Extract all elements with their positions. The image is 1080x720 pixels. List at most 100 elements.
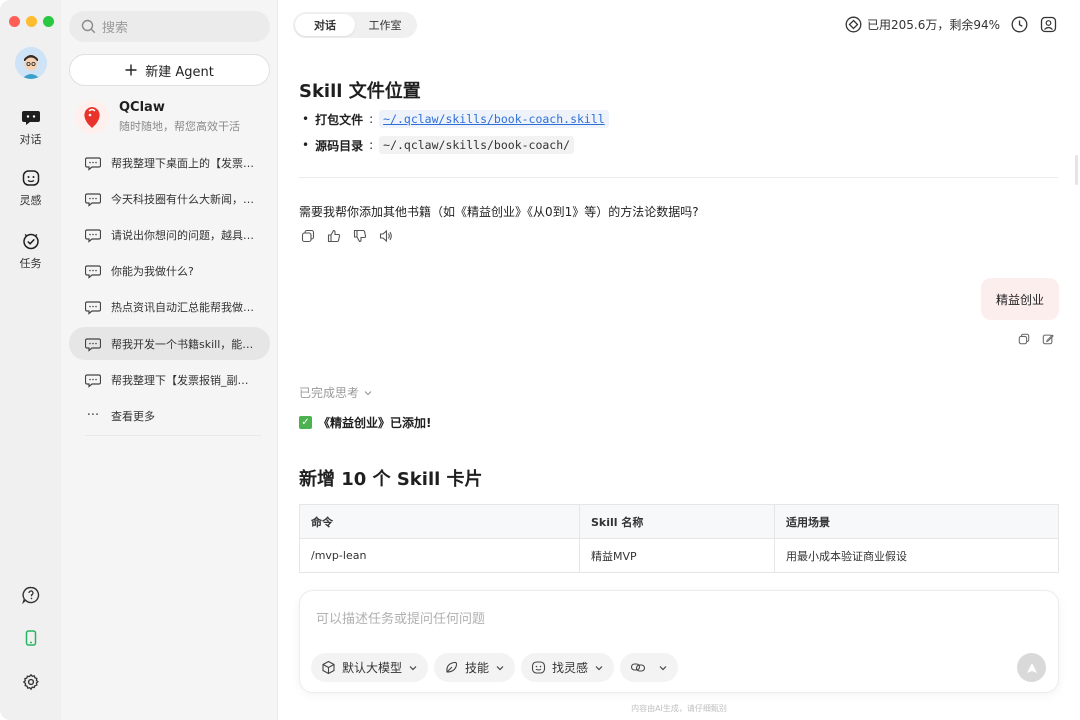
chevron-down-icon <box>364 390 372 395</box>
skills-table: 命令 Skill 名称 适用场景 /mvp-lean 精益MVP 用最小成本验证… <box>299 504 1059 573</box>
conversation-item[interactable]: 帮我整理下桌面上的【发票… <box>69 146 270 179</box>
help-icon <box>21 586 39 604</box>
clock-icon <box>1011 16 1028 33</box>
user-message-bubble: 精益创业 <box>980 278 1059 320</box>
minimize-window-button[interactable] <box>26 16 37 27</box>
rail-item-tasks[interactable]: 任务 <box>0 231 61 271</box>
conversation-title: 帮我开发一个书籍skill，能… <box>111 337 254 351</box>
history-button[interactable] <box>1011 16 1028 37</box>
link-icon <box>630 663 646 672</box>
profile-button[interactable] <box>1040 16 1057 37</box>
qclaw-logo-icon <box>75 100 109 134</box>
model-select-label: 默认大模型 <box>342 661 403 675</box>
rail-item-chat[interactable]: 对话 <box>0 107 61 147</box>
package-file-path-link[interactable]: ~/.qclaw/skills/book-coach.skill <box>379 110 609 128</box>
conversation-item[interactable]: 请说出你想问的问题，越具… <box>69 218 270 251</box>
conversation-item[interactable]: 热点资讯自动汇总能帮我做… <box>69 290 270 323</box>
completion-text: 《精益创业》已添加! <box>318 416 432 430</box>
thinking-label: 已完成思考 <box>299 386 360 400</box>
phone-button[interactable] <box>0 629 61 647</box>
search-input[interactable]: 搜索 <box>69 11 270 42</box>
edit-icon[interactable] <box>1042 333 1054 345</box>
composer-toolbar: 默认大模型 技能 找灵感 <box>311 653 679 682</box>
message-composer[interactable]: 可以描述任务或提问任何问题 默认大模型 技能 找灵感 <box>299 590 1059 693</box>
skills-label: 技能 <box>465 661 490 675</box>
agent-card[interactable]: QClaw 随时随地，帮您高效干活 <box>75 100 240 134</box>
search-placeholder: 搜索 <box>102 21 129 36</box>
sidebar: 搜索 新建 Agent QClaw 随时随地，帮您高效干活 帮我整理下桌面上的【… <box>61 0 278 720</box>
view-more-button[interactable]: ··· 查看更多 <box>69 399 270 432</box>
rail-item-inspiration[interactable]: 灵感 <box>0 168 61 208</box>
settings-button[interactable] <box>0 673 61 691</box>
sparkle-face-icon <box>531 661 546 674</box>
mode-switch: 对话 工作室 <box>293 12 417 38</box>
conversation-item[interactable]: 帮我整理下【发票报销_副… <box>69 363 270 396</box>
new-agent-label: 新建 Agent <box>145 64 214 80</box>
sparkle-face-icon <box>22 170 39 186</box>
chat-outline-icon <box>85 264 101 279</box>
check-circle-icon <box>22 233 39 250</box>
chat-outline-icon <box>85 337 101 352</box>
thinking-toggle[interactable]: 已完成思考 <box>299 384 373 401</box>
table-cell: 精益MVP <box>579 538 775 573</box>
tab-chat[interactable]: 对话 <box>295 14 355 36</box>
tab-studio[interactable]: 工作室 <box>355 14 415 36</box>
conversation-title: 请说出你想问的问题，越具… <box>111 228 254 242</box>
inspiration-label: 找灵感 <box>552 661 589 675</box>
column-header: 命令 <box>299 504 580 539</box>
rail-item-label: 灵感 <box>19 194 42 207</box>
column-header: 适用场景 <box>774 504 1059 539</box>
chat-outline-icon <box>85 192 101 207</box>
chat-outline-icon <box>85 300 101 315</box>
user-message-actions <box>1018 333 1054 345</box>
rail-item-label: 任务 <box>19 257 42 270</box>
agent-name: QClaw <box>119 100 165 115</box>
speaker-icon[interactable] <box>379 229 393 243</box>
divider <box>85 435 261 436</box>
table-header-row: 命令 Skill 名称 适用场景 <box>299 504 1059 539</box>
assistant-question: 需要我帮你添加其他书籍（如《精益创业》《从0到1》等）的方法论数据吗? <box>299 205 699 219</box>
new-agent-button[interactable]: 新建 Agent <box>69 54 270 86</box>
connect-button[interactable] <box>620 653 679 682</box>
quota-indicator[interactable]: 已用205.6万，剩余94% <box>845 16 1000 33</box>
thumbs-down-icon[interactable] <box>353 229 367 243</box>
inspiration-button[interactable]: 找灵感 <box>521 653 615 682</box>
chevron-down-icon <box>496 665 504 670</box>
window-controls <box>9 16 54 27</box>
plus-icon <box>125 64 137 76</box>
send-arrow-icon <box>1026 662 1037 673</box>
copy-icon[interactable] <box>301 229 315 243</box>
view-more-label: 查看更多 <box>111 409 155 423</box>
conversation-item-active[interactable]: 帮我开发一个书籍skill，能… <box>69 327 270 360</box>
conversation-item[interactable]: 你能为我做什么? <box>69 254 270 287</box>
skills-button[interactable]: 技能 <box>434 653 516 682</box>
composer-placeholder: 可以描述任务或提问任何问题 <box>316 612 486 627</box>
gear-icon <box>22 673 39 691</box>
maximize-window-button[interactable] <box>43 16 54 27</box>
user-icon <box>1040 16 1057 33</box>
divider <box>299 177 1058 178</box>
cube-icon <box>322 660 335 675</box>
chevron-down-icon <box>659 665 667 670</box>
model-select-button[interactable]: 默认大模型 <box>311 653 429 682</box>
conversation-title: 帮我整理下桌面上的【发票… <box>111 156 254 170</box>
conversation-title: 今天科技圈有什么大新闻，… <box>111 192 254 206</box>
avatar[interactable] <box>15 47 47 79</box>
send-button[interactable] <box>1017 653 1046 682</box>
quota-text: 已用205.6万，剩余94% <box>866 18 1000 32</box>
conversation-item[interactable]: 今天科技圈有什么大新闻，… <box>69 182 270 215</box>
bullet-package-file: • 打包文件: ~/.qclaw/skills/book-coach.skill <box>302 110 609 128</box>
nav-rail: 对话 灵感 任务 <box>0 0 61 720</box>
chat-outline-icon <box>85 373 101 388</box>
bullet-source-dir: • 源码目录: ~/.qclaw/skills/book-coach/ <box>302 136 575 154</box>
check-mark-icon: ✓ <box>299 416 312 429</box>
thumbs-up-icon[interactable] <box>327 229 341 243</box>
copy-icon[interactable] <box>1018 333 1030 345</box>
help-button[interactable] <box>0 586 61 604</box>
app-window: 对话 灵感 任务 搜索 新建 Agent QClaw 随时随地，帮您高效干活 帮… <box>0 0 1080 720</box>
agent-subtitle: 随时随地，帮您高效干活 <box>119 120 240 133</box>
close-window-button[interactable] <box>9 16 20 27</box>
chat-outline-icon <box>85 156 101 171</box>
table-row: /mvp-lean 精益MVP 用最小成本验证商业假设 <box>299 538 1059 573</box>
scrollbar[interactable] <box>1075 155 1078 185</box>
